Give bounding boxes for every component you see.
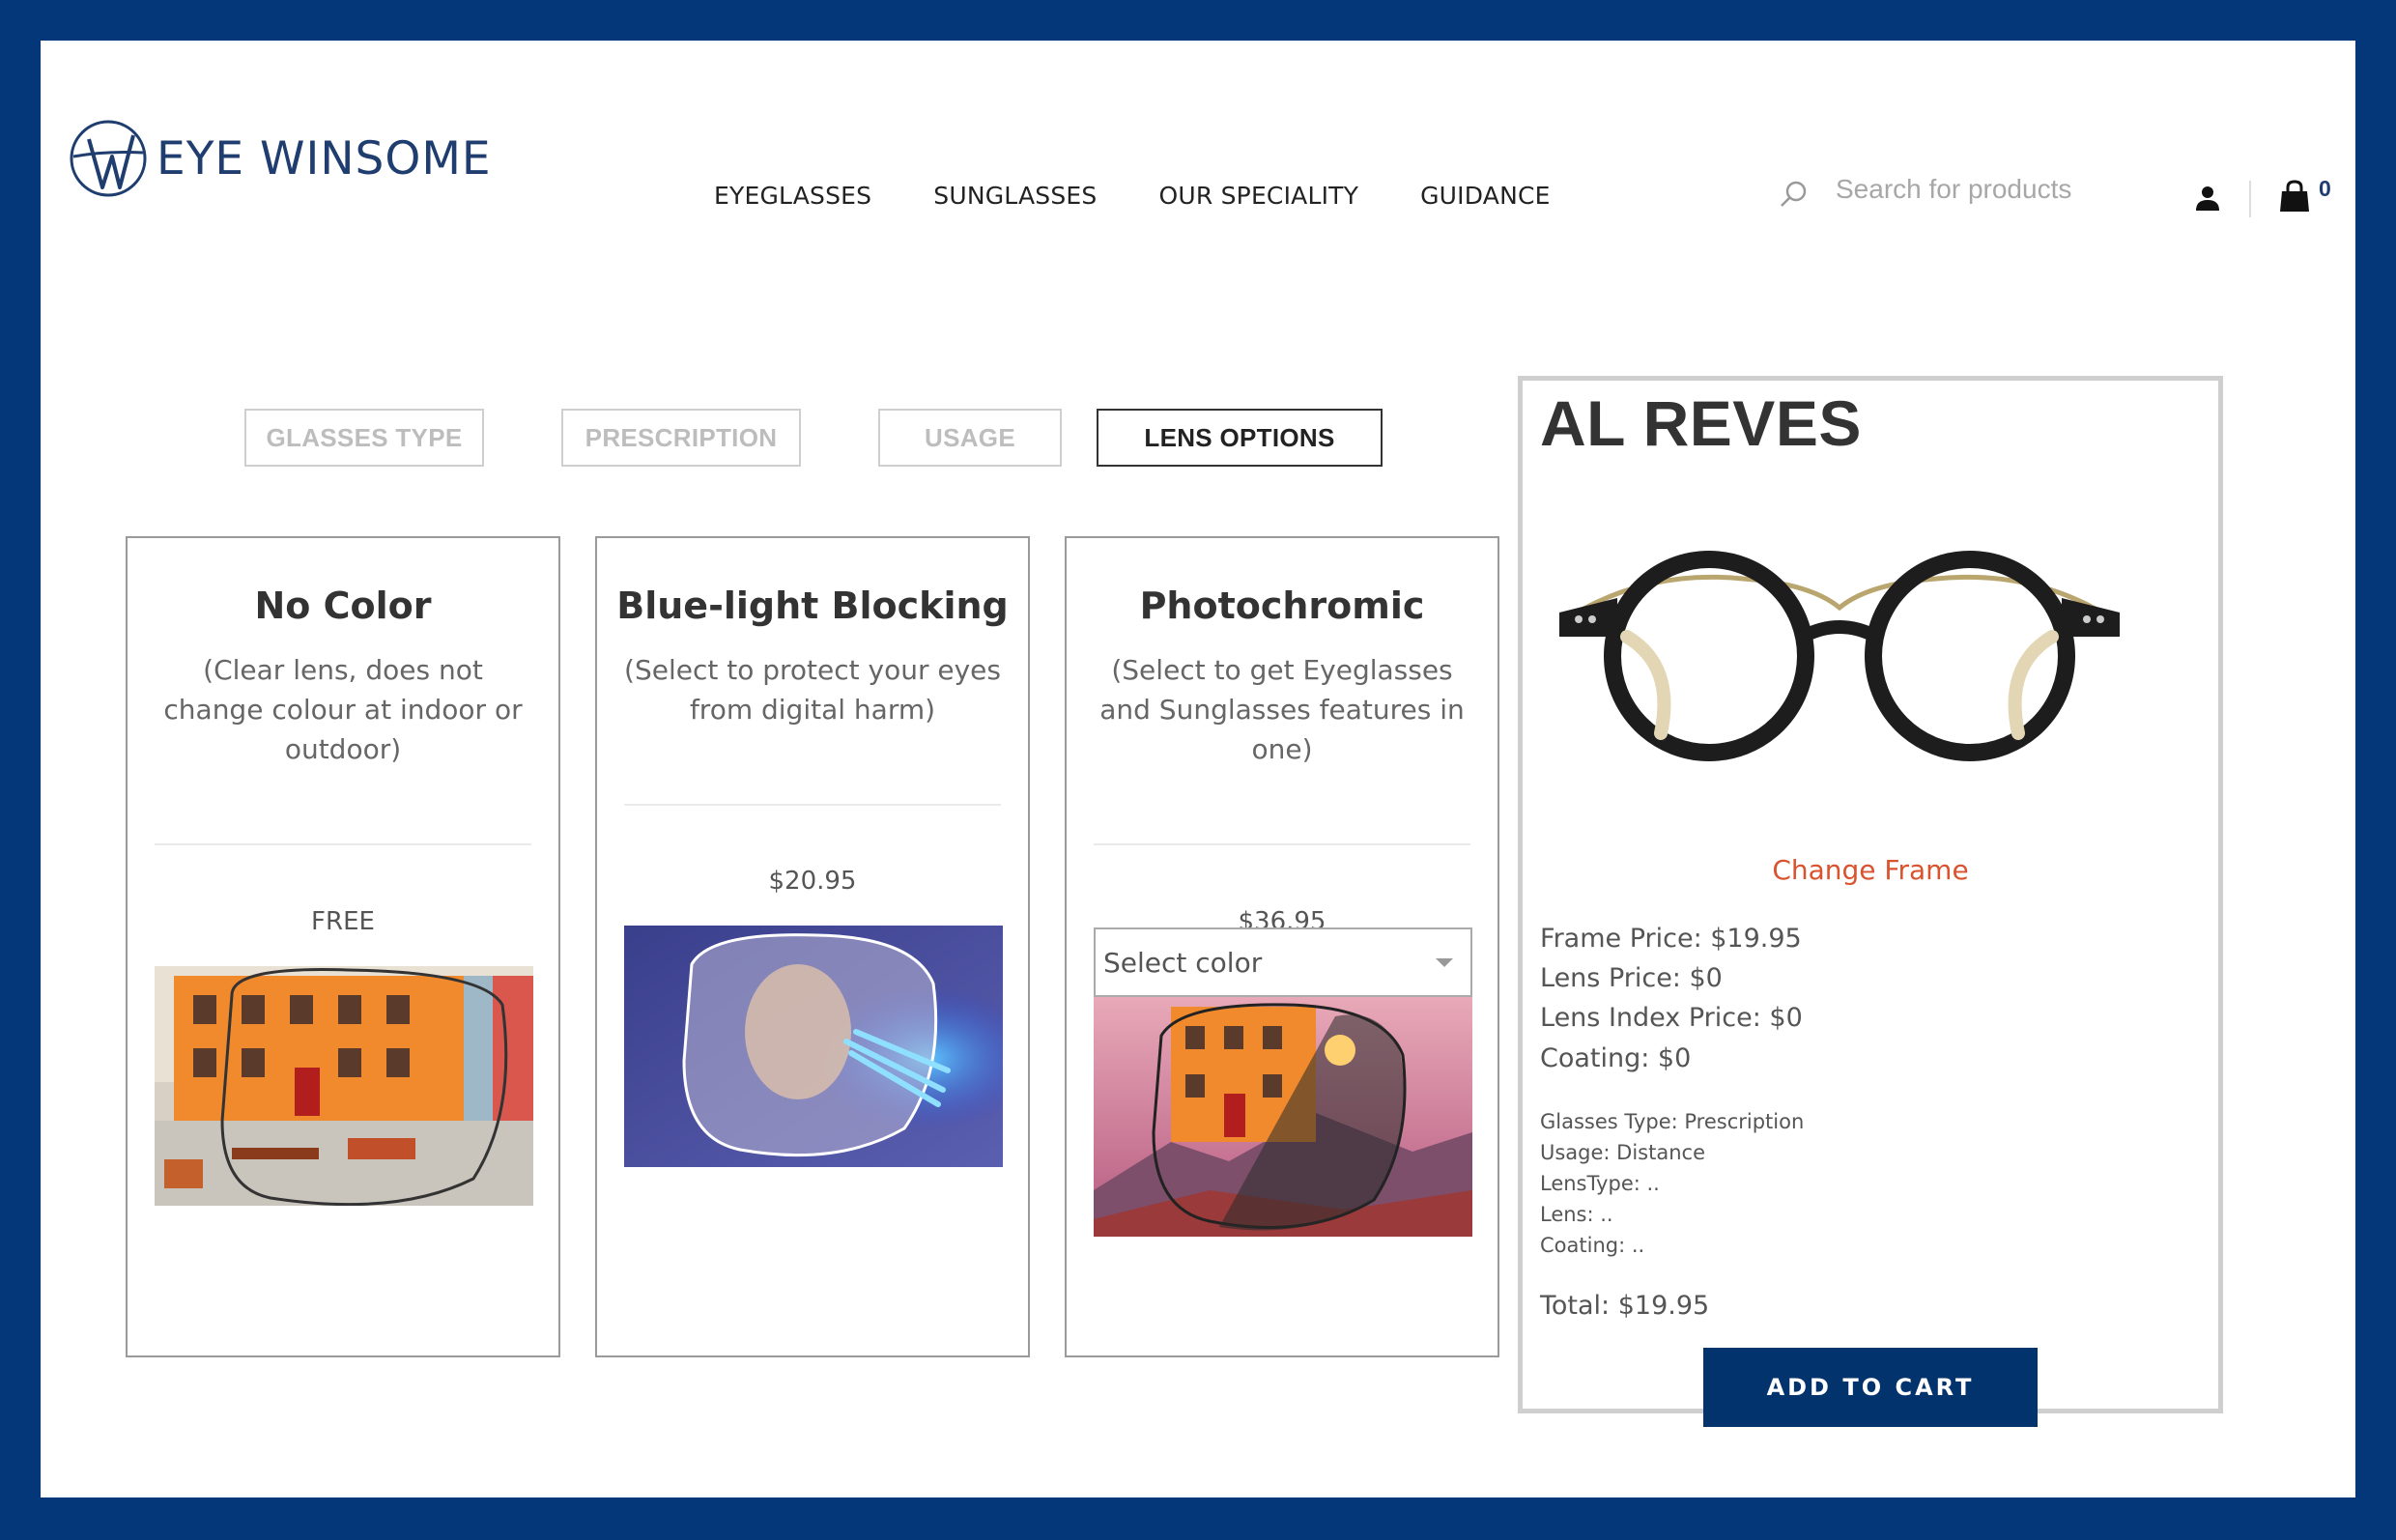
nav-item-sunglasses[interactable]: SUNGLASSES [933,182,1097,210]
add-to-cart-button[interactable]: ADD TO CART [1703,1348,2038,1427]
order-summary: AL REVES Change Frame Frame Price: $19.9… [1518,376,2223,1427]
brand-name: EYE WINSOME [157,131,492,185]
photochromic-color-select[interactable]: Select color [1094,927,1472,997]
product-title: AL REVES [1540,387,1862,459]
detail-usage: Usage: Distance [1540,1141,1706,1164]
logo-mark-icon [70,120,147,197]
user-icon[interactable] [2193,184,2222,213]
frame-image [1559,551,2120,761]
detail-lens-type: LensType: .. [1540,1172,1660,1195]
select-placeholder: Select color [1103,946,1263,979]
detail-coating: Coating: .. [1540,1234,1645,1257]
nav-item-our-speciality[interactable]: OUR SPECIALITY [1159,182,1359,210]
main-nav: EYEGLASSES SUNGLASSES OUR SPECIALITY GUI… [714,182,1612,210]
building-scene-image [155,966,533,1206]
nav-item-eyeglasses[interactable]: EYEGLASSES [714,182,871,210]
step-lens-options[interactable]: LENS OPTIONS [1097,409,1383,467]
card-divider [624,804,1001,806]
blue-light-scene-image [624,926,1003,1167]
logo[interactable]: EYE WINSOME [68,118,492,199]
lens-option-description: (Select to get Eyeglasses and Sunglasses… [1099,654,1465,765]
card-divider [155,843,531,845]
blue-light-lens-image [624,926,1003,1167]
lens-option-title: No Color [254,585,432,627]
nav-item-guidance[interactable]: GUIDANCE [1420,182,1551,210]
change-frame-link[interactable]: Change Frame [1523,854,2218,886]
total-price: Total: $19.95 [1540,1291,1710,1321]
lens-option-price: $20.95 [768,867,857,896]
lens-option-price: FREE [311,907,375,936]
step-usage[interactable]: USAGE [878,409,1062,467]
cart-icon[interactable] [2277,179,2312,214]
lens-option-description: (Clear lens, does not change colour at i… [163,654,523,765]
chevron-down-icon [1436,958,1453,967]
card-divider [1094,843,1470,845]
lens-option-title: Photochromic [1139,585,1425,627]
photochromic-lens-image [1094,997,1472,1237]
lens-option-blue-light[interactable]: Blue-light Blocking (Select to protect y… [595,536,1030,1357]
page: EYE WINSOME EYEGLASSES SUNGLASSES OUR SP… [41,41,2355,1497]
header-separator [2249,181,2251,217]
photochromic-scene-image [1094,997,1472,1237]
lens-option-description: (Select to protect your eyes from digita… [624,654,1001,726]
coating-price: Coating: $0 [1540,1043,1692,1073]
lens-price: Lens Price: $0 [1540,963,1723,993]
lens-option-title: Blue-light Blocking [616,585,1009,627]
lens-option-photochromic[interactable]: Photochromic (Select to get Eyeglasses a… [1065,536,1499,1357]
search-bar [1778,168,2145,211]
step-prescription[interactable]: PRESCRIPTION [561,409,801,467]
frame-price: Frame Price: $19.95 [1540,924,1802,954]
lens-option-no-color[interactable]: No Color (Clear lens, does not change co… [126,536,560,1357]
detail-glasses-type: Glasses Type: Prescription [1540,1110,1805,1133]
lens-index-price: Lens Index Price: $0 [1540,1003,1803,1033]
step-glasses-type[interactable]: GLASSES TYPE [244,409,484,467]
detail-lens: Lens: .. [1540,1203,1613,1226]
search-icon[interactable] [1778,178,1811,211]
cart-count: 0 [2319,176,2331,201]
no-color-lens-image [155,966,533,1206]
search-input[interactable] [1836,174,2145,205]
